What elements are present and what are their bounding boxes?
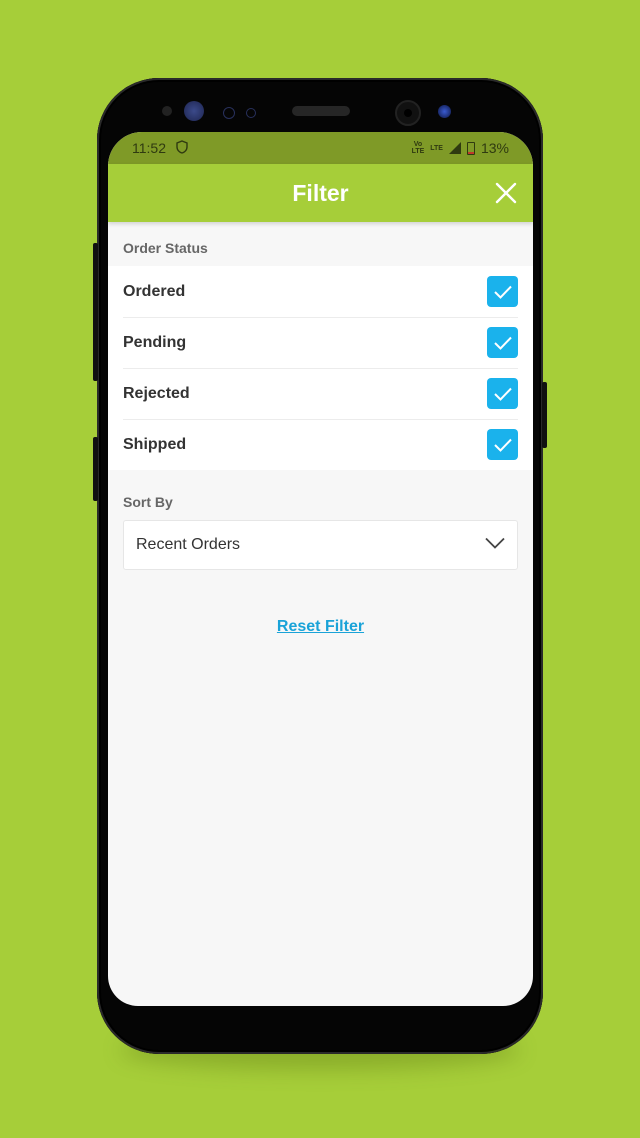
iris-scanner-icon bbox=[184, 101, 204, 121]
status-row-shipped[interactable]: Shipped bbox=[108, 419, 533, 470]
battery-percent: 13% bbox=[480, 140, 509, 156]
checkmark-icon bbox=[493, 438, 512, 452]
status-row-ordered[interactable]: Ordered bbox=[108, 266, 533, 317]
screen: 11:52 Vo LTE LTE 13% Filter Order Status … bbox=[108, 132, 533, 1006]
app-header: Filter bbox=[108, 164, 533, 222]
shield-icon bbox=[176, 139, 188, 157]
page-title: Filter bbox=[292, 179, 349, 206]
status-time: 11:52 bbox=[132, 140, 166, 156]
side-button bbox=[93, 437, 98, 501]
status-label: Rejected bbox=[123, 384, 190, 402]
lte-icon: LTE bbox=[430, 144, 443, 152]
close-icon[interactable] bbox=[493, 180, 519, 206]
checkmark-icon bbox=[493, 336, 512, 350]
chevron-down-icon bbox=[485, 536, 505, 554]
sort-by-dropdown[interactable]: Recent Orders bbox=[123, 520, 518, 570]
sensor-icon bbox=[246, 108, 256, 118]
sensor-icon bbox=[223, 107, 235, 119]
signal-icon bbox=[448, 142, 461, 154]
power-button bbox=[542, 382, 547, 448]
earpiece-speaker bbox=[292, 106, 350, 116]
order-status-list: Ordered Pending Rejected Shipped bbox=[108, 266, 533, 470]
checkmark-icon bbox=[493, 285, 512, 299]
iris-camera-icon bbox=[438, 105, 451, 118]
reset-filter-link[interactable]: Reset Filter bbox=[277, 618, 364, 635]
volte-icon: Vo LTE bbox=[411, 141, 425, 155]
shipped-checkbox[interactable] bbox=[487, 429, 518, 460]
status-label: Shipped bbox=[123, 435, 187, 453]
sort-by-value: Recent Orders bbox=[136, 536, 241, 553]
reset-container: Reset Filter bbox=[108, 618, 533, 636]
status-label: Pending bbox=[123, 333, 187, 351]
sort-by-label: Sort By bbox=[123, 494, 173, 510]
status-row-rejected[interactable]: Rejected bbox=[108, 368, 533, 419]
checkmark-icon bbox=[493, 387, 512, 401]
pending-checkbox[interactable] bbox=[487, 327, 518, 358]
status-bar: 11:52 Vo LTE LTE 13% bbox=[108, 132, 533, 164]
order-status-label: Order Status bbox=[123, 240, 208, 256]
rejected-checkbox[interactable] bbox=[487, 378, 518, 409]
status-row-pending[interactable]: Pending bbox=[108, 317, 533, 368]
front-camera-icon bbox=[395, 100, 421, 126]
battery-icon bbox=[466, 141, 475, 155]
ordered-checkbox[interactable] bbox=[487, 276, 518, 307]
volume-button bbox=[93, 243, 98, 381]
status-label: Ordered bbox=[123, 282, 186, 300]
sensor-icon bbox=[162, 106, 172, 116]
